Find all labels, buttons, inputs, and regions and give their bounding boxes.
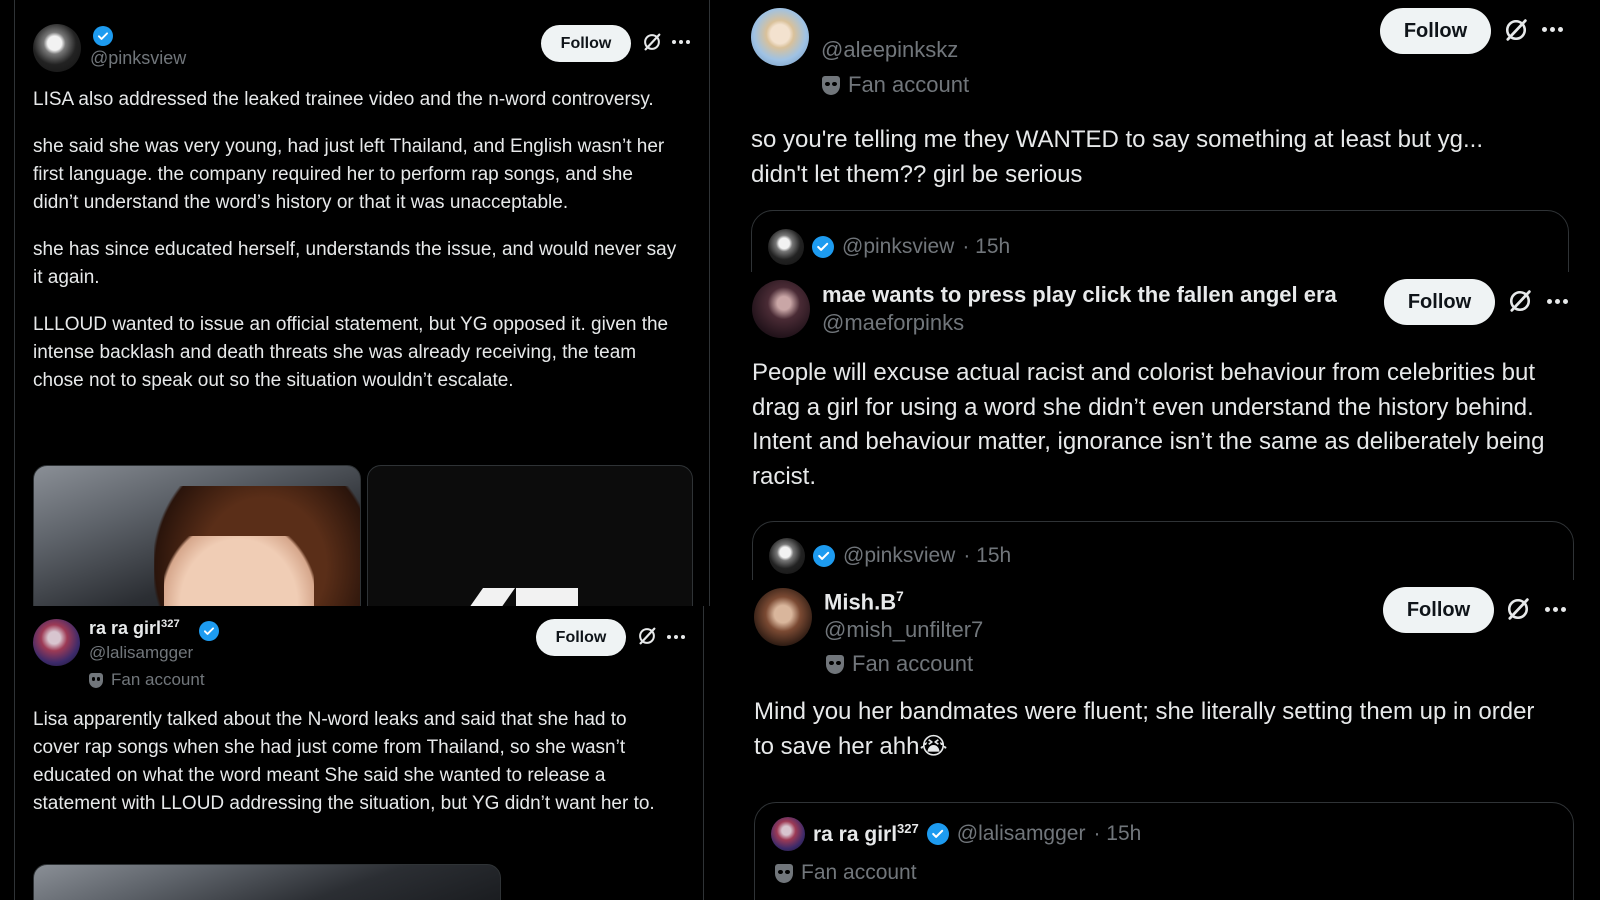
fan-account-text: Fan account xyxy=(852,651,974,676)
fan-account-mask-icon xyxy=(826,654,844,674)
avatar xyxy=(771,817,805,851)
quoted-author-name-text: ra ra girl xyxy=(813,823,898,846)
quoted-tweet-header: @pinksview · 15h xyxy=(769,538,1011,574)
more-icon[interactable] xyxy=(667,635,685,639)
more-icon[interactable] xyxy=(1542,27,1563,32)
author-name[interactable]: Mish.B7 xyxy=(824,589,904,615)
avatar[interactable] xyxy=(754,588,812,646)
logo-graphic xyxy=(468,588,516,606)
quoted-time: · 15h xyxy=(962,235,1011,258)
author-name-text: Mish.B xyxy=(824,589,897,615)
quoted-handle: @pinksview xyxy=(843,544,956,567)
fan-account-label: Fan account xyxy=(822,72,969,98)
quoted-tweet[interactable]: @pinksview · 15h xyxy=(752,521,1574,580)
tweet-text: so you're telling me they WANTED to say … xyxy=(751,126,1484,188)
more-icon[interactable] xyxy=(1547,299,1568,304)
follow-button[interactable]: Follow xyxy=(1380,8,1491,54)
follow-button[interactable]: Follow xyxy=(1383,587,1494,633)
quoted-tweet[interactable]: @pinksview · 15h xyxy=(751,210,1569,272)
more-icon[interactable] xyxy=(672,40,690,44)
verified-badge-icon xyxy=(926,823,949,845)
tweet-panel-mish-unfilter7: Mish.B7 @mish_unfilter7 Fan account Foll… xyxy=(730,580,1600,900)
fan-account-mask-icon xyxy=(822,75,840,95)
tweet-image[interactable] xyxy=(33,465,361,606)
quoted-tweet-header: ra ra girl327 @lalisamgger · 15h xyxy=(771,817,1141,851)
verified-badge-icon xyxy=(812,236,834,258)
avatar xyxy=(768,229,804,265)
tweet-panel-maeforpinks: mae wants to press play click the fallen… xyxy=(730,272,1600,580)
more-icon[interactable] xyxy=(1545,607,1566,612)
quoted-tweet[interactable]: ra ra girl327 @lalisamgger · 15h Fan acc… xyxy=(754,802,1574,900)
tweet-paragraph: LLLOUD wanted to issue an official state… xyxy=(33,314,669,391)
logo-graphic xyxy=(516,588,578,606)
quoted-time: · 15h xyxy=(963,544,1012,567)
author-handle[interactable]: @lalisamgger xyxy=(89,643,193,663)
verified-badge-icon xyxy=(199,621,219,641)
author-handle[interactable]: @pinksview xyxy=(90,48,186,69)
tweet-text: People will excuse actual racist and col… xyxy=(752,359,1545,490)
tweet-paragraph: she said she was very young, had just le… xyxy=(33,136,665,213)
grok-icon[interactable] xyxy=(1502,16,1530,44)
fan-account-label: Fan account xyxy=(775,861,917,885)
grok-icon[interactable] xyxy=(641,31,663,53)
avatar[interactable] xyxy=(33,619,80,666)
tweet-image[interactable] xyxy=(367,465,693,606)
author-name[interactable]: mae wants to press play click the fallen… xyxy=(822,282,1337,308)
avatar[interactable] xyxy=(751,8,809,66)
author-name[interactable]: ra ra girl327 xyxy=(89,618,180,639)
tweet-panel-pinksview: @pinksview Follow LISA also addressed th… xyxy=(14,0,710,606)
fan-account-text: Fan account xyxy=(801,861,917,884)
fan-account-mask-icon xyxy=(775,863,793,883)
tweet-text: LISA also addressed the leaked trainee v… xyxy=(33,86,678,395)
verified-badge-icon xyxy=(813,545,835,567)
tweet-text: Lisa apparently talked about the N-word … xyxy=(33,709,655,814)
avatar xyxy=(769,538,805,574)
tweet-panel-aleepinkskz: @aleepinkskz Fan account Follow so you'r… xyxy=(730,0,1600,272)
fan-account-text: Fan account xyxy=(111,670,205,689)
tweet-paragraph: she has since educated herself, understa… xyxy=(33,239,677,288)
fan-account-label: Fan account xyxy=(826,651,973,677)
author-handle[interactable]: @maeforpinks xyxy=(822,310,964,336)
quoted-tweet-header: @pinksview · 15h xyxy=(768,229,1010,265)
tweet-panel-lalisamgger: ra ra girl327 @lalisamgger Fan account F… xyxy=(14,606,704,900)
quoted-handle: @lalisamgger xyxy=(956,822,1086,845)
fan-account-text: Fan account xyxy=(848,72,970,97)
author-name-text: ra ra girl xyxy=(89,618,162,638)
tweet-image[interactable] xyxy=(33,864,501,900)
tweet-text: Mind you her bandmates were fluent; she … xyxy=(754,698,1535,760)
avatar[interactable] xyxy=(752,280,810,338)
author-handle[interactable]: @aleepinkskz xyxy=(821,37,958,63)
follow-button[interactable]: Follow xyxy=(541,25,631,62)
grok-icon[interactable] xyxy=(636,625,658,647)
author-name-sup: 327 xyxy=(161,618,180,630)
author-handle[interactable]: @mish_unfilter7 xyxy=(824,617,983,643)
tweet-paragraph: LISA also addressed the leaked trainee v… xyxy=(33,89,654,110)
follow-button[interactable]: Follow xyxy=(1384,279,1495,325)
avatar[interactable] xyxy=(33,24,81,72)
quoted-handle: @pinksview xyxy=(842,235,955,258)
grok-icon[interactable] xyxy=(1506,287,1534,315)
quoted-time: · 15h xyxy=(1093,822,1142,845)
author-name-sup: 7 xyxy=(896,589,904,604)
follow-button[interactable]: Follow xyxy=(536,619,626,656)
fan-account-label: Fan account xyxy=(89,670,205,690)
fan-account-mask-icon xyxy=(89,672,103,688)
verified-badge-icon xyxy=(93,26,113,46)
quoted-author-name: ra ra girl327 xyxy=(813,821,919,847)
grok-icon[interactable] xyxy=(1504,595,1532,623)
quoted-author-name-sup: 327 xyxy=(897,821,919,836)
